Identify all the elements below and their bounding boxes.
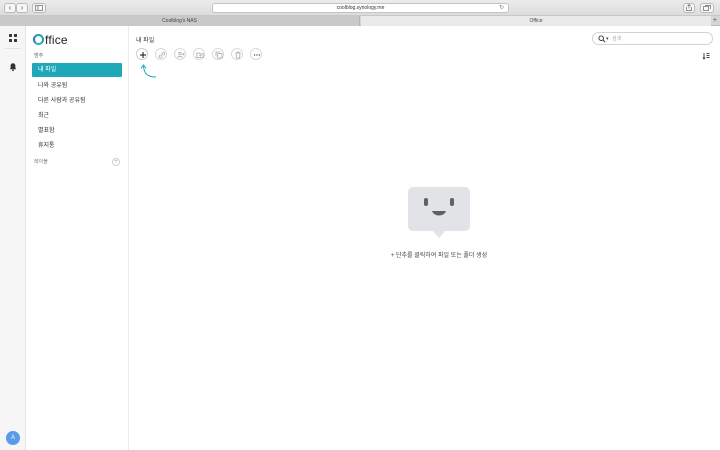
sidebar-item-shared-with-others[interactable]: 다른 사람과 공유됨 xyxy=(32,94,122,108)
more-button[interactable] xyxy=(250,48,262,60)
page-title: 내 파일 xyxy=(136,38,155,44)
main-content: 내 파일 ▾ 검색 + 단추를 클릭하여 파일 또는 폴더 생성 xyxy=(129,26,720,450)
labels-section: 레이블 + xyxy=(34,158,120,166)
bell-icon[interactable] xyxy=(8,62,18,72)
office-logo-mark-icon xyxy=(33,34,44,45)
sidebar-item-label: 다른 사람과 공유됨 xyxy=(38,98,86,104)
apps-grid-icon[interactable] xyxy=(9,34,17,42)
sidebar-item-label: 나와 공유됨 xyxy=(38,83,68,89)
empty-state-message: + 단추를 클릭하여 파일 또는 폴더 생성 xyxy=(390,253,488,259)
reload-icon[interactable]: ↻ xyxy=(499,4,504,13)
avatar[interactable]: A xyxy=(6,431,20,445)
sidebar-item-label: 최근 xyxy=(38,113,50,119)
rail-divider xyxy=(5,48,21,49)
tabs-icon xyxy=(703,5,711,11)
move-button[interactable] xyxy=(193,48,205,60)
more-icon xyxy=(253,54,261,56)
tab-coolblog-nas[interactable]: Coolblog's NAS xyxy=(0,16,360,26)
sidebar-icon xyxy=(35,5,43,11)
link-icon xyxy=(158,51,166,59)
link-button[interactable] xyxy=(155,48,167,60)
share-user-icon xyxy=(177,51,185,58)
caret-down-icon[interactable]: ▾ xyxy=(606,35,609,43)
sidebar-item-label: 내 파일 xyxy=(38,67,57,73)
chevron-left-icon: ‹ xyxy=(8,3,12,12)
trash-icon xyxy=(235,51,241,59)
sidebar-item-shared-with-me[interactable]: 나와 공유됨 xyxy=(32,79,122,93)
new-tab-button[interactable]: + xyxy=(713,16,717,26)
search-input[interactable] xyxy=(612,34,708,43)
empty-state-illustration xyxy=(408,187,470,238)
search-box[interactable]: ▾ xyxy=(592,32,713,45)
plus-icon xyxy=(140,52,146,58)
tab-label: Office xyxy=(529,18,543,24)
copy-icon xyxy=(215,51,223,59)
sidebar-item-my-files[interactable]: 내 파일 xyxy=(32,63,122,77)
sidebar-toggle-button[interactable] xyxy=(32,3,46,13)
search-icon xyxy=(598,35,606,43)
app-rail: A xyxy=(0,26,26,450)
share-icon xyxy=(686,4,692,11)
chevron-right-icon: › xyxy=(20,3,24,12)
sort-icon[interactable] xyxy=(702,52,710,60)
browser-chrome: ‹ › coolblog.synology.me ↻ Coolblog's NA… xyxy=(0,0,720,26)
sidebar-item-label: 휴지통 xyxy=(38,143,55,149)
tab-office[interactable]: Office xyxy=(361,16,711,26)
hint-arrow-icon xyxy=(140,64,157,78)
create-button[interactable] xyxy=(136,48,148,60)
forward-button[interactable]: › xyxy=(16,3,28,13)
add-label-button[interactable]: + xyxy=(112,158,120,166)
move-folder-icon xyxy=(196,52,204,58)
browser-tab-strip: Coolblog's NAS Office + xyxy=(0,16,720,26)
share-user-button[interactable] xyxy=(174,48,186,60)
url-text: coolblog.synology.me xyxy=(336,5,385,11)
logo-text: ffice xyxy=(45,33,68,47)
copy-button[interactable] xyxy=(212,48,224,60)
category-heading: 범주 xyxy=(34,53,44,59)
labels-heading: 레이블 xyxy=(34,159,48,165)
back-button[interactable]: ‹ xyxy=(4,3,16,13)
sidebar-item-starred[interactable]: 별표함 xyxy=(32,124,122,138)
delete-button[interactable] xyxy=(231,48,243,60)
share-button[interactable] xyxy=(683,3,695,13)
sidebar-item-label: 별표함 xyxy=(38,128,55,134)
browser-toolbar: ‹ › coolblog.synology.me ↻ xyxy=(0,0,720,16)
sidebar-item-recent[interactable]: 최근 xyxy=(32,109,122,123)
sidebar-item-trash[interactable]: 휴지통 xyxy=(32,139,122,153)
office-logo: ffice xyxy=(33,33,68,47)
tab-label: Coolblog's NAS xyxy=(162,18,197,24)
sidebar: ffice 범주 내 파일 나와 공유됨 다른 사람과 공유됨 최근 별표함 휴… xyxy=(26,26,129,450)
address-bar[interactable]: coolblog.synology.me ↻ xyxy=(212,3,509,13)
tabs-overview-button[interactable] xyxy=(700,3,714,13)
